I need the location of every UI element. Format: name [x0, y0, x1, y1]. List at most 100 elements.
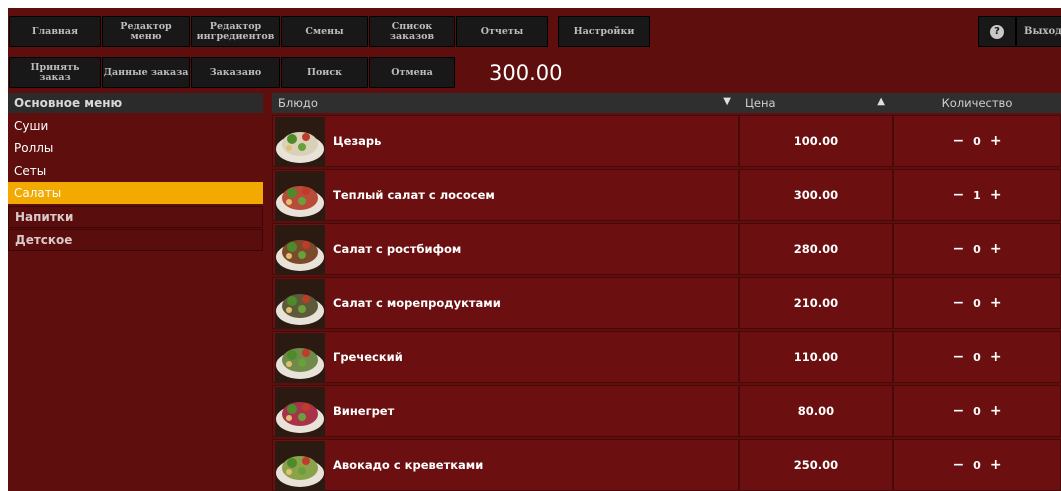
decrease-button[interactable]: − [946, 457, 970, 473]
decrease-button[interactable]: − [946, 295, 970, 311]
table-row-dish: Авокадо с креветками [272, 439, 739, 491]
category-item[interactable]: Сеты [8, 160, 263, 182]
order-total: 300.00 [489, 60, 563, 85]
table-row-quantity: −0 + [893, 385, 1061, 437]
toolbar-button[interactable]: Главная [9, 16, 101, 47]
table-row-dish: Теплый салат с лососем [272, 169, 739, 221]
quantity-value: 0 [973, 296, 981, 310]
toolbar-button[interactable]: Настройки [558, 16, 650, 47]
toolbar-button[interactable]: Редактор ингредиентов [191, 16, 280, 47]
dish-name: Салат с ростбифом [333, 242, 462, 256]
quantity-stepper: −1 + [894, 187, 1060, 203]
table-row-price: 100.00 [739, 115, 893, 167]
dish-price: 80.00 [797, 404, 835, 418]
dish-price: 110.00 [793, 350, 839, 364]
dish-photo [275, 441, 325, 491]
quantity-value: 0 [973, 242, 981, 256]
dish-price: 280.00 [793, 242, 839, 256]
table-row-price: 110.00 [739, 331, 893, 383]
dish-name: Винегрет [333, 404, 395, 418]
toolbar-button[interactable]: Редактор меню [102, 16, 190, 47]
dish-name: Цезарь [333, 134, 382, 148]
quantity-stepper: −0 + [894, 241, 1060, 257]
quantity-value: 0 [973, 458, 981, 472]
table-row-price: 300.00 [739, 169, 893, 221]
increase-button[interactable]: + [984, 241, 1008, 257]
dish-name: Салат с морепродуктами [333, 296, 501, 310]
table-row-price: 210.00 [739, 277, 893, 329]
category-item[interactable]: Детское [8, 229, 263, 251]
dish-name: Авокадо с креветками [333, 458, 484, 472]
quantity-value: 0 [973, 134, 981, 148]
table-row-quantity: −0 + [893, 115, 1061, 167]
column-label-dish: Блюдо [278, 96, 318, 110]
table-row-quantity: −1 + [893, 169, 1061, 221]
decrease-button[interactable]: − [946, 133, 970, 149]
sort-desc-icon[interactable]: ▼ [723, 96, 731, 107]
quantity-stepper: −0 + [894, 457, 1060, 473]
category-item[interactable]: Суши [8, 115, 263, 137]
pos-app: Главная Редактор меню Редактор ингредиенто… [8, 8, 1061, 491]
dish-photo [275, 333, 325, 383]
increase-button[interactable]: + [984, 457, 1008, 473]
dish-name: Теплый салат с лососем [333, 188, 495, 202]
menu-header: Основное меню [8, 93, 263, 113]
dish-name: Греческий [333, 350, 403, 364]
table-row-dish: Греческий [272, 331, 739, 383]
column-header-dish[interactable]: Блюдо ▼ [272, 93, 739, 113]
toolbar-button[interactable]: Поиск [281, 57, 368, 88]
dish-price: 100.00 [793, 134, 839, 148]
dish-photo [275, 171, 325, 221]
toolbar-button[interactable]: Список заказов [369, 16, 455, 47]
increase-button[interactable]: + [984, 187, 1008, 203]
dish-price: 210.00 [793, 296, 839, 310]
table-row-price: 250.00 [739, 439, 893, 491]
quantity-stepper: −0 + [894, 349, 1060, 365]
quantity-value: 1 [973, 188, 981, 202]
quantity-stepper: −0 + [894, 133, 1060, 149]
category-item[interactable]: Салаты [8, 182, 263, 204]
quantity-value: 0 [973, 350, 981, 364]
toolbar-button[interactable]: Смены [281, 16, 368, 47]
table-row-price: 280.00 [739, 223, 893, 275]
decrease-button[interactable]: − [946, 241, 970, 257]
increase-button[interactable]: + [984, 349, 1008, 365]
toolbar-button[interactable]: Заказано [191, 57, 280, 88]
toolbar-button[interactable]: Отмена [369, 57, 455, 88]
category-item[interactable]: Напитки [8, 206, 263, 228]
table-row-dish: Салат с морепродуктами [272, 277, 739, 329]
column-label-quantity: Количество [941, 96, 1013, 110]
quantity-value: 0 [973, 404, 981, 418]
dish-photo [275, 279, 325, 329]
dish-photo [275, 225, 325, 275]
decrease-button[interactable]: − [946, 403, 970, 419]
quantity-stepper: −0 + [894, 403, 1060, 419]
toolbar-button[interactable]: Отчеты [456, 16, 548, 47]
help-button[interactable]: ? [978, 16, 1016, 47]
table-row-dish: Цезарь [272, 115, 739, 167]
table-row-quantity: −0 + [893, 331, 1061, 383]
table-row-dish: Винегрет [272, 385, 739, 437]
decrease-button[interactable]: − [946, 187, 970, 203]
category-item[interactable]: Роллы [8, 137, 263, 159]
quantity-stepper: −0 + [894, 295, 1060, 311]
question-icon: ? [990, 24, 1004, 39]
increase-button[interactable]: + [984, 295, 1008, 311]
column-label-price: Цена [745, 96, 776, 110]
toolbar-button[interactable]: Принять заказ [9, 57, 101, 88]
increase-button[interactable]: + [984, 133, 1008, 149]
dish-photo [275, 387, 325, 437]
dish-price: 250.00 [793, 458, 839, 472]
increase-button[interactable]: + [984, 403, 1008, 419]
sort-icon[interactable]: ▲︎ [877, 96, 885, 107]
column-header-price[interactable]: Цена ▲︎ [739, 93, 893, 113]
table-row-quantity: −0 + [893, 277, 1061, 329]
table-row-quantity: −0 + [893, 223, 1061, 275]
dish-price: 300.00 [793, 188, 839, 202]
logout-button[interactable]: Выход [1016, 16, 1061, 47]
table-row-quantity: −0 + [893, 439, 1061, 491]
column-header-quantity: Количество [893, 93, 1061, 113]
toolbar-button[interactable]: Данные заказа [102, 57, 190, 88]
dish-photo [275, 117, 325, 167]
decrease-button[interactable]: − [946, 349, 970, 365]
